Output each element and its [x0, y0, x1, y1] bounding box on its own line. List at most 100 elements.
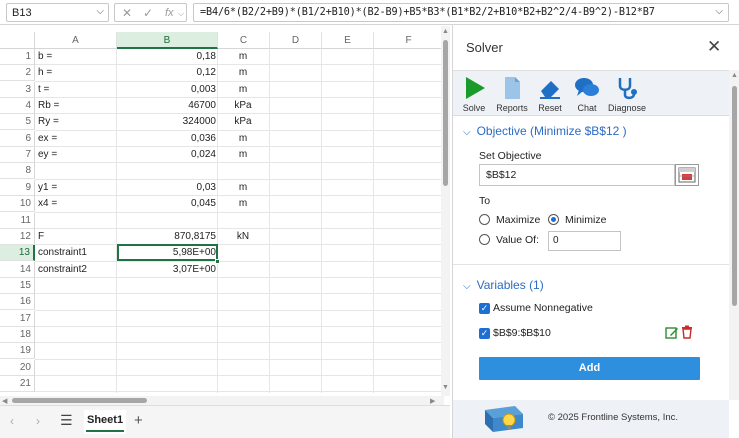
- cell-b14[interactable]: 3,07E+00: [118, 262, 216, 278]
- cell-b8[interactable]: [118, 163, 216, 179]
- cancel-icon[interactable]: ✕: [122, 6, 132, 20]
- solver-vertical-scrollbar[interactable]: ▲: [729, 70, 739, 400]
- scrollbar-thumb[interactable]: [12, 398, 147, 403]
- variables-section-header[interactable]: ⌵ Variables (1): [463, 278, 544, 292]
- chat-button[interactable]: Chat: [569, 73, 605, 117]
- grid-horizontal-scrollbar[interactable]: ◀ ▶: [0, 396, 444, 405]
- cell-c8[interactable]: [218, 163, 268, 179]
- row-header[interactable]: 18: [0, 326, 35, 343]
- cell-b10[interactable]: 0,045: [118, 196, 216, 212]
- cell-b1[interactable]: 0,18: [118, 49, 216, 65]
- cell-b20[interactable]: [118, 360, 216, 376]
- row-header[interactable]: 19: [0, 343, 35, 360]
- scrollbar-thumb[interactable]: [443, 40, 448, 186]
- cell-c18[interactable]: [218, 327, 268, 343]
- row-header[interactable]: 3: [0, 81, 35, 98]
- cell-c1[interactable]: m: [218, 49, 268, 65]
- row-header[interactable]: 12: [0, 228, 35, 245]
- column-header-c[interactable]: C: [218, 32, 270, 49]
- column-header-b[interactable]: B: [117, 32, 218, 49]
- chevron-right-icon[interactable]: ›: [36, 414, 40, 428]
- chevron-down-icon[interactable]: ⌵: [178, 9, 184, 19]
- cell-c13[interactable]: [218, 245, 268, 261]
- row-header[interactable]: 20: [0, 359, 35, 376]
- scrollbar-thumb[interactable]: [732, 86, 737, 306]
- cell-c21[interactable]: [218, 376, 268, 392]
- cell-b11[interactable]: [118, 213, 216, 229]
- row-header[interactable]: 7: [0, 147, 35, 164]
- row-header[interactable]: 16: [0, 294, 35, 311]
- cell-c2[interactable]: m: [218, 65, 268, 81]
- cell-b3[interactable]: 0,003: [118, 82, 216, 98]
- value-of-radio[interactable]: [479, 234, 490, 245]
- row-header[interactable]: 1: [0, 49, 35, 65]
- cell-c12[interactable]: kN: [218, 229, 268, 245]
- cell-a6[interactable]: ex =: [38, 131, 57, 147]
- cell-b6[interactable]: 0,036: [118, 131, 216, 147]
- select-all-corner[interactable]: [0, 32, 35, 49]
- cell-c14[interactable]: [218, 262, 268, 278]
- check-icon[interactable]: ✓: [143, 6, 153, 20]
- cell-c4[interactable]: kPa: [218, 98, 268, 114]
- cell-b21[interactable]: [118, 376, 216, 392]
- minimize-radio[interactable]: [548, 214, 559, 225]
- column-header-e[interactable]: E: [322, 32, 374, 49]
- diagnose-button[interactable]: Diagnose: [608, 73, 646, 117]
- scroll-up-icon[interactable]: ▲: [442, 28, 449, 35]
- reports-button[interactable]: Reports: [494, 73, 530, 117]
- cell-c6[interactable]: m: [218, 131, 268, 147]
- row-header[interactable]: 2: [0, 65, 35, 82]
- cell-b2[interactable]: 0,12: [118, 65, 216, 81]
- cell-b17[interactable]: [118, 311, 216, 327]
- cell-a2[interactable]: h =: [38, 65, 52, 81]
- assume-nonnegative-checkbox[interactable]: ✓: [479, 303, 490, 314]
- solve-button[interactable]: Solve: [456, 73, 492, 117]
- cell-c9[interactable]: m: [218, 180, 268, 196]
- cell-a9[interactable]: y1 =: [38, 180, 57, 196]
- cell-c16[interactable]: [218, 294, 268, 310]
- cell-c11[interactable]: [218, 213, 268, 229]
- cell-c5[interactable]: kPa: [218, 114, 268, 130]
- value-of-input[interactable]: 0: [548, 231, 621, 251]
- cell-c3[interactable]: m: [218, 82, 268, 98]
- cell-a5[interactable]: Ry =: [38, 114, 59, 130]
- range-picker-button[interactable]: [675, 164, 699, 186]
- cell-b18[interactable]: [118, 327, 216, 343]
- row-header[interactable]: 15: [0, 277, 35, 294]
- cell-a13[interactable]: constraint1: [38, 245, 87, 261]
- cell-c15[interactable]: [218, 278, 268, 294]
- row-header[interactable]: 6: [0, 130, 35, 147]
- row-header[interactable]: 5: [0, 114, 35, 131]
- cell-b16[interactable]: [118, 294, 216, 310]
- scroll-left-icon[interactable]: ◀: [2, 397, 7, 405]
- variable-range-label[interactable]: $B$9:$B$10: [493, 327, 551, 339]
- cell-b15[interactable]: [118, 278, 216, 294]
- cell-c17[interactable]: [218, 311, 268, 327]
- grid-vertical-scrollbar[interactable]: ▲ ▼: [441, 26, 450, 396]
- objective-input[interactable]: $B$12: [479, 164, 675, 186]
- fx-icon[interactable]: fx: [165, 7, 174, 19]
- formula-input[interactable]: =B4/6*(B2/2+B9)*(B1/2+B10)*(B2-B9)+B5*B3…: [193, 3, 729, 22]
- row-header[interactable]: 10: [0, 196, 35, 213]
- cell-c20[interactable]: [218, 360, 268, 376]
- cell-b4[interactable]: 46700: [118, 98, 216, 114]
- add-button[interactable]: Add: [479, 357, 700, 380]
- cell-a10[interactable]: x4 =: [38, 196, 57, 212]
- cell-b9[interactable]: 0,03: [118, 180, 216, 196]
- spreadsheet-grid[interactable]: ABCDEF1b = 0,18 m 2 h = 0,12 m 3 t = 0,003 m 4 Rb = 4…: [0, 32, 444, 393]
- sheet-tab-active[interactable]: Sheet1: [84, 410, 127, 434]
- row-header[interactable]: 13: [0, 245, 35, 262]
- cell-a12[interactable]: F: [38, 229, 44, 245]
- cell-c10[interactable]: m: [218, 196, 268, 212]
- row-header[interactable]: 4: [0, 98, 35, 115]
- scroll-down-icon[interactable]: ▼: [442, 384, 449, 391]
- column-header-f[interactable]: F: [374, 32, 444, 49]
- sheet-list-icon[interactable]: ☰: [60, 412, 73, 429]
- cell-b7[interactable]: 0,024: [118, 147, 216, 163]
- scroll-up-icon[interactable]: ▲: [731, 72, 738, 79]
- cell-b12[interactable]: 870,8175: [118, 229, 216, 245]
- chevron-down-icon[interactable]: ⌵: [96, 6, 104, 17]
- row-header[interactable]: 11: [0, 212, 35, 229]
- column-header-d[interactable]: D: [270, 32, 322, 49]
- row-header[interactable]: 21: [0, 376, 35, 392]
